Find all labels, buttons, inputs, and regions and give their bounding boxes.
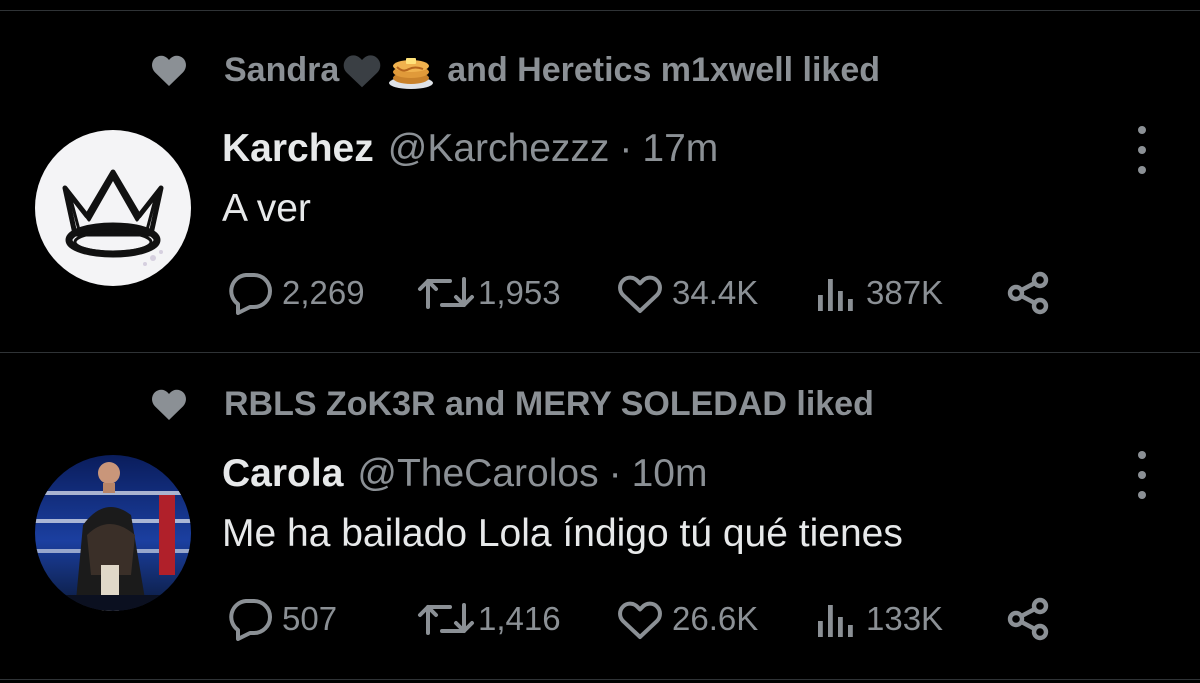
reply-icon xyxy=(229,599,272,641)
tweet-card[interactable]: RBLS ZoK3R and MERY SOLEDAD liked Carola… xyxy=(0,352,1200,683)
share-icon xyxy=(1007,597,1049,641)
share-button[interactable] xyxy=(1004,268,1052,318)
views-count: 133K xyxy=(866,600,944,637)
reply-button[interactable]: 2,269 xyxy=(226,268,365,318)
author-name[interactable]: Karchez xyxy=(222,127,374,171)
separator-dot: · xyxy=(608,452,622,495)
reply-icon xyxy=(229,273,272,315)
dot-icon xyxy=(1138,491,1146,499)
social-context-text: RBLS ZoK3R and MERY SOLEDAD liked xyxy=(224,384,874,423)
retweet-button[interactable]: 1,416 xyxy=(416,594,561,644)
crown-logo-icon xyxy=(35,130,191,286)
retweet-count: 1,953 xyxy=(478,274,561,311)
dot-icon xyxy=(1138,451,1146,459)
dot-icon xyxy=(1138,146,1146,154)
dot-icon xyxy=(1138,126,1146,134)
views-button[interactable]: 387K xyxy=(814,268,943,318)
like-count: 26.6K xyxy=(672,600,759,637)
more-options-button[interactable] xyxy=(1128,126,1156,174)
author-name[interactable]: Carola xyxy=(222,452,343,496)
views-chart-icon xyxy=(818,605,853,637)
retweet-icon xyxy=(418,603,474,635)
tweet-text: A ver xyxy=(222,187,311,230)
social-context: Sandra and Heretics m1xwell liked xyxy=(148,50,880,90)
social-context: RBLS ZoK3R and MERY SOLEDAD liked xyxy=(148,384,874,424)
dot-icon xyxy=(1138,471,1146,479)
views-count: 387K xyxy=(866,274,944,311)
retweet-icon xyxy=(418,277,474,309)
boxer-photo-icon xyxy=(35,455,191,611)
share-icon xyxy=(1007,271,1049,315)
tweet-card[interactable]: Sandra and Heretics m1xwell liked Karche… xyxy=(0,0,1200,352)
like-button[interactable]: 26.6K xyxy=(616,594,758,644)
author-handle[interactable]: @Karchezzz xyxy=(388,127,610,171)
black-heart-icon xyxy=(341,51,383,89)
tweet-header: Karchez @Karchezzz · 17m xyxy=(222,127,718,171)
tweet-text: Me ha bailado Lola índigo tú qué tienes xyxy=(222,512,903,555)
heart-filled-icon xyxy=(152,389,186,420)
retweet-count: 1,416 xyxy=(478,600,561,637)
pancakes-icon xyxy=(387,49,435,91)
timestamp[interactable]: 17m xyxy=(642,127,718,171)
author-handle[interactable]: @TheCarolos xyxy=(357,452,598,496)
avatar[interactable] xyxy=(35,455,191,611)
action-bar: 507 1,416 26.6K 133K xyxy=(226,594,1056,644)
social-context-text-post: and Heretics m1xwell liked xyxy=(447,50,881,89)
like-count: 34.4K xyxy=(672,274,759,311)
more-options-button[interactable] xyxy=(1128,451,1156,499)
timestamp[interactable]: 10m xyxy=(632,452,708,496)
reply-count: 507 xyxy=(282,600,338,637)
bottom-divider xyxy=(0,679,1200,680)
tweet-header: Carola @TheCarolos · 10m xyxy=(222,452,707,496)
social-context-text-pre: Sandra xyxy=(224,50,340,89)
heart-icon xyxy=(618,601,662,639)
action-bar: 2,269 1,953 34.4K 387K xyxy=(226,268,1056,318)
dot-icon xyxy=(1138,166,1146,174)
reply-count: 2,269 xyxy=(282,274,365,311)
separator-dot: · xyxy=(619,127,633,170)
views-chart-icon xyxy=(818,279,853,311)
heart-icon xyxy=(618,275,662,313)
reply-button[interactable]: 507 xyxy=(226,594,337,644)
heart-filled-icon xyxy=(152,55,186,86)
retweet-button[interactable]: 1,953 xyxy=(416,268,561,318)
share-button[interactable] xyxy=(1004,594,1052,644)
like-button[interactable]: 34.4K xyxy=(616,268,758,318)
avatar[interactable] xyxy=(35,130,191,286)
views-button[interactable]: 133K xyxy=(814,594,943,644)
